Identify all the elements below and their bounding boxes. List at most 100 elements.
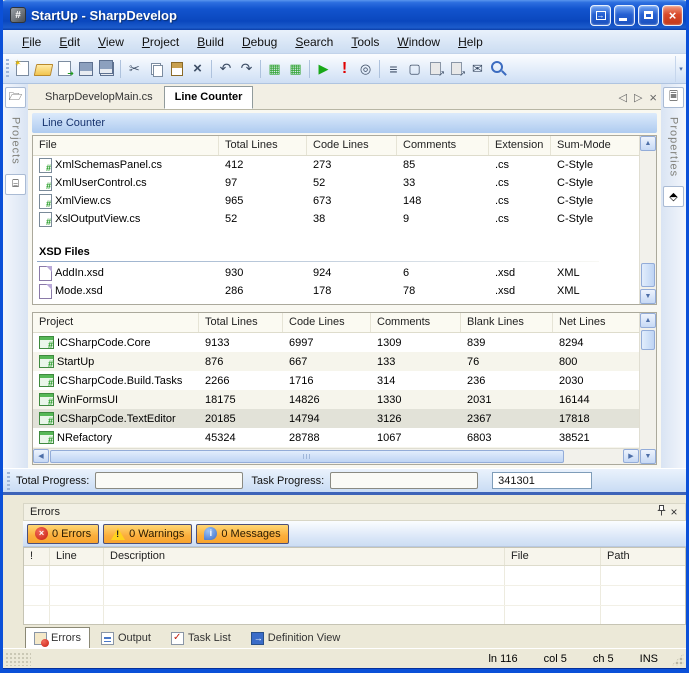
column-header[interactable]: Project <box>33 313 199 332</box>
tab-close-icon[interactable] <box>649 90 657 105</box>
scroll-thumb[interactable] <box>641 263 655 287</box>
scroll-right-icon[interactable]: ▶ <box>623 449 639 463</box>
classes-pad-icon[interactable]: ⌸ <box>5 174 26 195</box>
box-icon[interactable] <box>405 59 424 78</box>
menu-tools[interactable]: Tools <box>342 32 388 52</box>
column-header[interactable]: Total Lines <box>199 313 283 332</box>
toolbar-separator[interactable] <box>379 60 380 78</box>
column-header[interactable]: Line <box>50 548 104 565</box>
pin-icon[interactable] <box>655 505 667 519</box>
tab-scroll-right-icon[interactable] <box>634 91 642 104</box>
warnings-filter-button[interactable]: 0 Warnings <box>103 524 192 544</box>
save-all-icon[interactable] <box>97 59 116 78</box>
projects-table-vscrollbar[interactable]: ▲ ▼ <box>639 313 656 464</box>
table-row[interactable]: Mode.xsd 286 178 78 .xsd XML <box>33 282 639 300</box>
table-row[interactable]: AddIn.xsd 930 924 6 .xsd XML <box>33 264 639 282</box>
breakpoint-icon[interactable] <box>335 59 354 78</box>
column-header[interactable]: Code Lines <box>283 313 371 332</box>
open-file-icon[interactable] <box>55 59 74 78</box>
sidebar-item-projects[interactable]: Projects <box>10 117 22 165</box>
format-icon[interactable] <box>384 59 403 78</box>
scroll-down-icon[interactable]: ▼ <box>640 449 656 464</box>
open-folder-icon[interactable] <box>34 59 53 78</box>
table-row[interactable]: NRefactory 45324 28788 1067 6803 38521 <box>33 428 639 447</box>
messages-filter-button[interactable]: 0 Messages <box>196 524 288 544</box>
mail-icon[interactable] <box>468 59 487 78</box>
table-row[interactable]: XmlView.cs 965 673 148 .cs C-Style <box>33 192 639 210</box>
menu-search[interactable]: Search <box>286 32 342 52</box>
column-header[interactable]: Path <box>601 548 685 565</box>
column-header[interactable]: File <box>505 548 601 565</box>
column-header[interactable]: Comments <box>397 136 489 155</box>
step-icon[interactable] <box>356 59 375 78</box>
table-row[interactable]: ICSharpCode.TextEditor 20185 14794 3126 … <box>33 409 639 428</box>
files-table-vscrollbar[interactable]: ▲ ▼ <box>639 136 656 304</box>
menu-file[interactable]: File <box>13 32 50 52</box>
uncomment-icon[interactable] <box>286 59 305 78</box>
bottom-tab[interactable]: Output <box>92 627 160 649</box>
table-row[interactable]: ICSharpCode.Build.Tasks 2266 1716 314 23… <box>33 371 639 390</box>
properties-pad-icon[interactable]: 🗏 <box>663 87 684 108</box>
column-header[interactable]: File <box>33 136 219 155</box>
sidebar-item-properties[interactable]: Properties <box>668 117 680 177</box>
copy-icon[interactable] <box>146 59 165 78</box>
scroll-down-icon[interactable]: ▼ <box>640 289 656 304</box>
table-row[interactable]: XmlUserControl.cs 97 52 33 .cs C-Style <box>33 174 639 192</box>
paste-icon[interactable] <box>167 59 186 78</box>
column-header[interactable]: Code Lines <box>307 136 397 155</box>
scroll-thumb[interactable] <box>641 330 655 350</box>
scroll-left-icon[interactable]: ◀ <box>33 449 49 463</box>
menu-project[interactable]: Project <box>133 32 188 52</box>
new-file-icon[interactable] <box>13 59 32 78</box>
column-header[interactable]: Total Lines <box>219 136 307 155</box>
table-row[interactable]: ICSharpCode.Core 9133 6997 1309 839 8294 <box>33 333 639 352</box>
send-page2-icon[interactable] <box>447 59 466 78</box>
scroll-up-icon[interactable]: ▲ <box>640 313 656 328</box>
menu-build[interactable]: Build <box>188 32 233 52</box>
comment-icon[interactable] <box>265 59 284 78</box>
table-row[interactable]: XmlSchemasPanel.cs 412 273 85 .cs C-Styl… <box>33 156 639 174</box>
send-page-icon[interactable] <box>426 59 445 78</box>
document-tab[interactable]: Line Counter <box>164 86 254 109</box>
table-row[interactable]: XslOutputView.cs 52 38 9 .cs C-Style <box>33 210 639 228</box>
toolbar-separator[interactable] <box>211 60 212 78</box>
bottom-tab[interactable]: Task List <box>162 627 240 649</box>
close-button[interactable]: × <box>662 5 683 26</box>
toolbox-pad-icon[interactable]: ⬘ <box>663 186 684 207</box>
toolbar-overflow-button[interactable]: ▾ <box>675 56 686 82</box>
document-tab[interactable]: SharpDevelopMain.cs <box>34 86 164 109</box>
column-header[interactable]: ! <box>24 548 50 565</box>
column-header[interactable]: Comments <box>371 313 461 332</box>
bottom-tab[interactable]: Definition View <box>242 627 350 649</box>
toolbar-separator[interactable] <box>309 60 310 78</box>
menu-view[interactable]: View <box>89 32 133 52</box>
dock-window-button[interactable]: → <box>590 5 611 26</box>
column-header[interactable]: Description <box>104 548 505 565</box>
minimize-button[interactable] <box>614 5 635 26</box>
save-icon[interactable] <box>76 59 95 78</box>
cut-icon[interactable] <box>125 59 144 78</box>
errors-filter-button[interactable]: 0 Errors <box>27 524 99 544</box>
tab-scroll-left-icon[interactable] <box>618 91 626 104</box>
menu-help[interactable]: Help <box>449 32 492 52</box>
errors-close-icon[interactable]: × <box>667 505 681 519</box>
run-icon[interactable] <box>314 59 333 78</box>
column-header[interactable]: Extension <box>489 136 551 155</box>
column-header[interactable]: Sum-Mode <box>551 136 639 155</box>
menu-debug[interactable]: Debug <box>233 32 286 52</box>
toolbar-separator[interactable] <box>260 60 261 78</box>
menu-window[interactable]: Window <box>388 32 449 52</box>
delete-icon[interactable] <box>188 59 207 78</box>
undo-icon[interactable] <box>216 59 235 78</box>
toolbar-grip[interactable] <box>6 59 9 79</box>
bottom-tab[interactable]: Errors <box>25 627 90 649</box>
table-row[interactable] <box>33 228 639 241</box>
progress-strip-grip[interactable] <box>7 472 10 490</box>
column-header[interactable]: Net Lines <box>553 313 639 332</box>
toolbar-separator[interactable] <box>120 60 121 78</box>
projects-pad-icon[interactable]: 🗁 <box>5 87 26 108</box>
scroll-thumb[interactable] <box>50 450 564 463</box>
table-row[interactable]: XSD Files <box>33 241 639 264</box>
search-icon[interactable] <box>489 59 508 78</box>
menu-edit[interactable]: Edit <box>50 32 89 52</box>
